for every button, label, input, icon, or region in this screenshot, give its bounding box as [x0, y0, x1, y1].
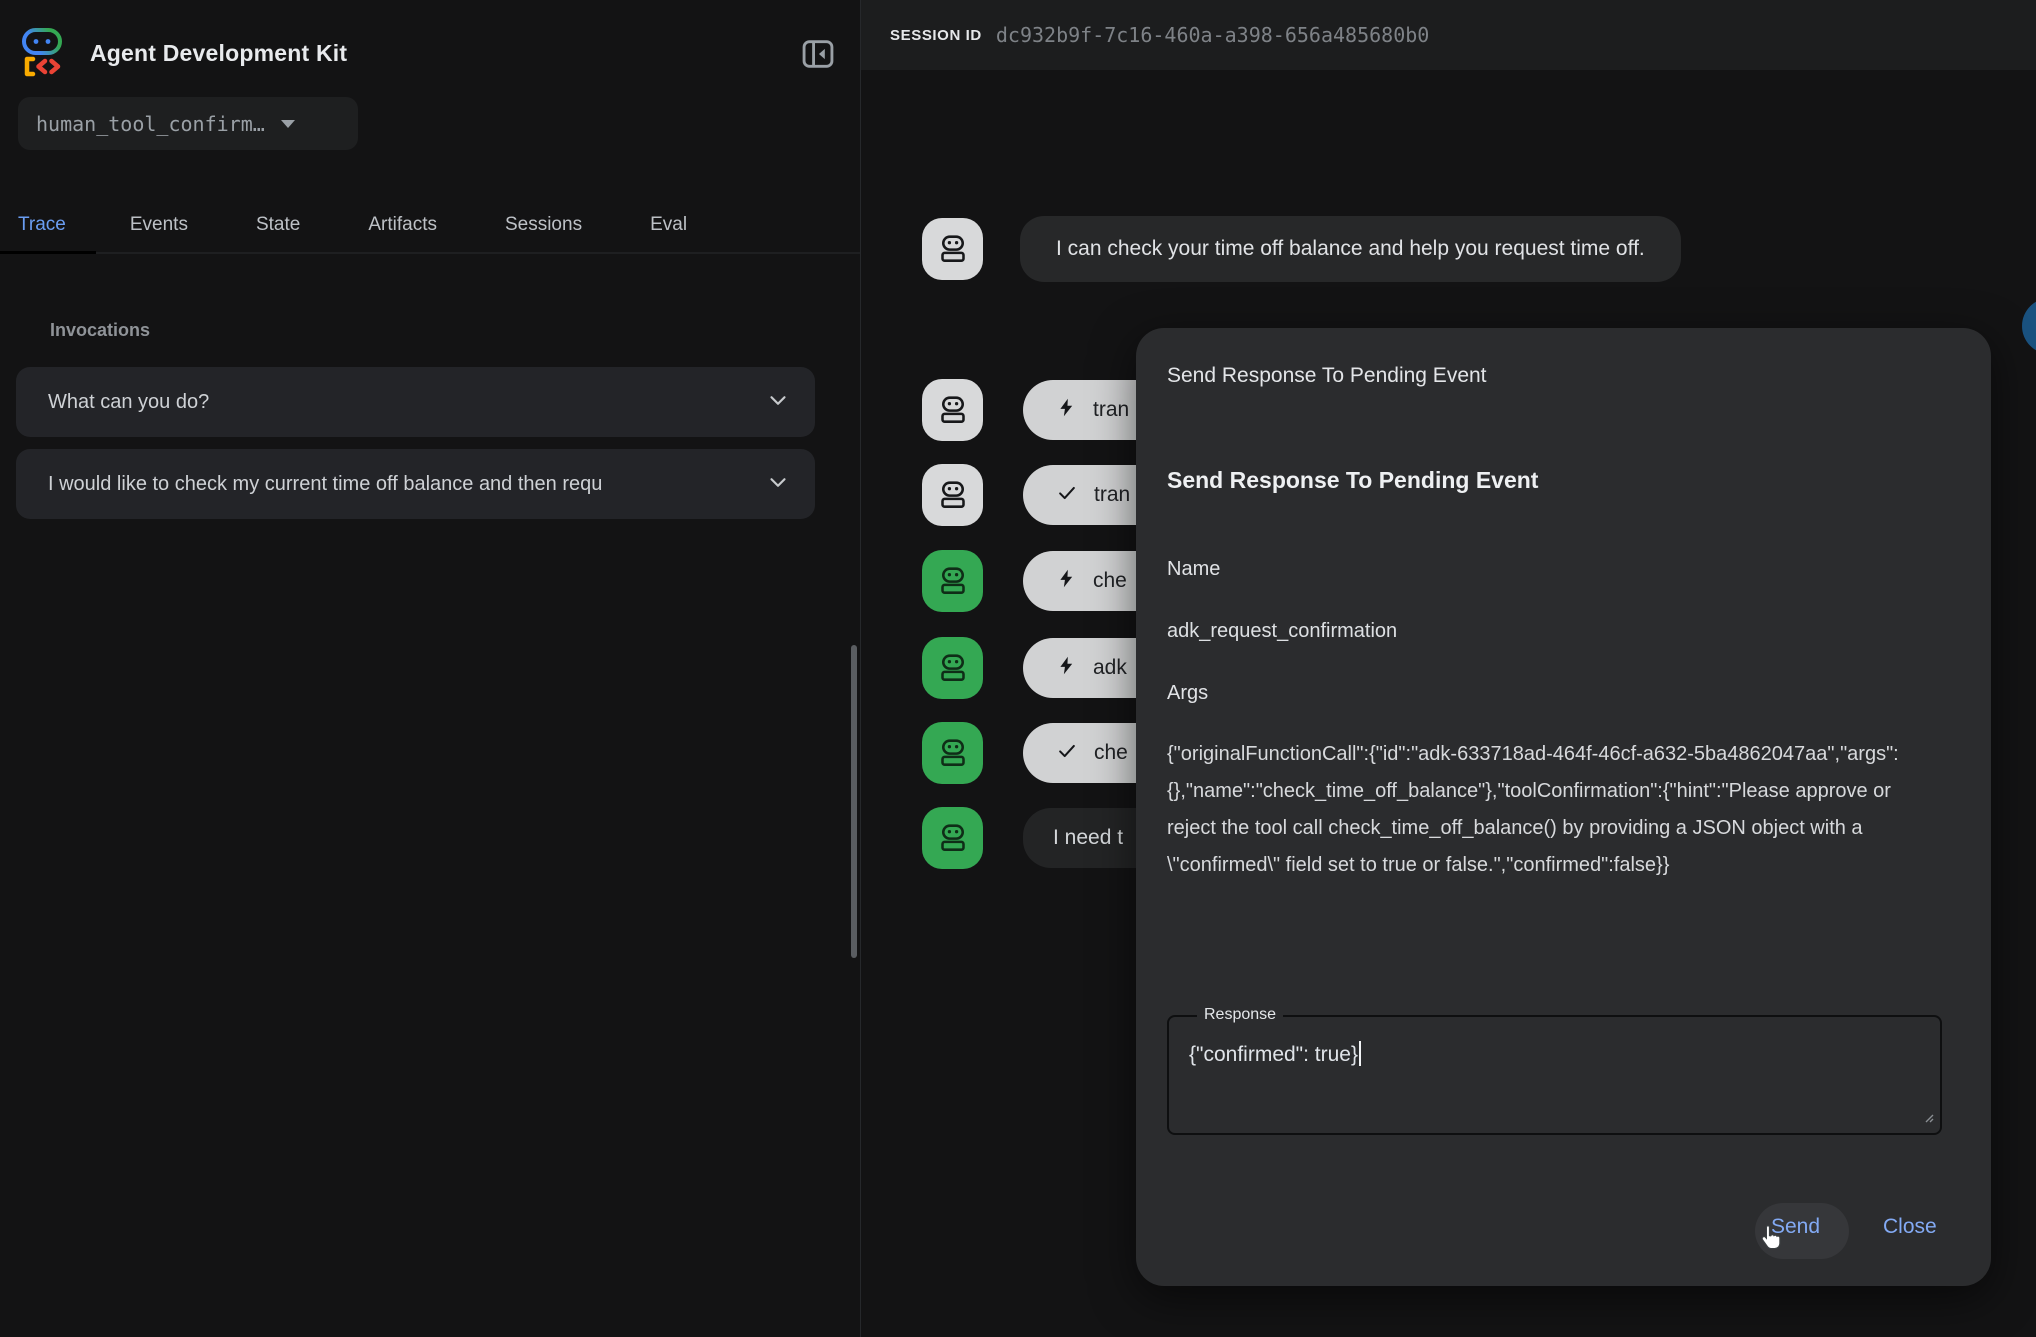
collapse-sidebar-button[interactable]: [798, 36, 838, 76]
session-bar: SESSION ID dc932b9f-7c16-460a-a398-656a4…: [861, 0, 2036, 70]
tab-artifacts[interactable]: Artifacts: [334, 197, 471, 252]
tab-state[interactable]: State: [222, 197, 334, 252]
response-field-label: Response: [1197, 1006, 1283, 1024]
text-caret: [1359, 1041, 1361, 1066]
robot-avatar-icon: [922, 464, 983, 526]
invocations-heading: Invocations: [50, 320, 150, 341]
resize-handle-icon[interactable]: [1922, 1110, 1934, 1128]
chevron-down-icon: [765, 469, 791, 500]
send-response-dialog: Send Response To Pending Event Send Resp…: [1136, 328, 1991, 1286]
tab-trace[interactable]: Trace: [0, 197, 96, 252]
sidebar-scrollbar-thumb[interactable]: [851, 645, 857, 958]
args-value: {"originalFunctionCall":{"id":"adk-63371…: [1167, 736, 1915, 884]
robot-avatar-icon: [922, 218, 983, 280]
invocation-item[interactable]: What can you do?: [16, 367, 815, 437]
session-id-value: dc932b9f-7c16-460a-a398-656a485680b0: [996, 23, 1429, 47]
check-icon: [1056, 482, 1078, 509]
app-header: Agent Development Kit: [20, 24, 347, 83]
response-textarea[interactable]: Response {"confirmed": true}: [1167, 1015, 1942, 1135]
bolt-icon: [1056, 655, 1077, 681]
invocation-label: I would like to check my current time of…: [48, 473, 753, 496]
dialog-heading: Send Response To Pending Event: [1167, 467, 1538, 494]
event-chip-label: che: [1093, 569, 1127, 593]
chevron-down-icon: [765, 387, 791, 418]
robot-avatar-icon: [922, 637, 983, 699]
close-button[interactable]: Close: [1877, 1211, 1943, 1243]
session-id-label: SESSION ID: [890, 27, 982, 44]
dropdown-arrow-icon: [281, 120, 295, 128]
chat-row: I can check your time off balance and he…: [922, 216, 1681, 282]
event-chip-label: che: [1094, 741, 1128, 765]
name-value: adk_request_confirmation: [1167, 620, 1397, 643]
robot-avatar-icon: [922, 379, 983, 441]
robot-avatar-icon: [922, 807, 983, 869]
invocation-label: What can you do?: [48, 391, 753, 414]
dialog-title: Send Response To Pending Event: [1167, 364, 1487, 388]
args-label: Args: [1167, 682, 1208, 705]
check-icon: [1056, 740, 1078, 767]
tab-events[interactable]: Events: [96, 197, 222, 252]
collapse-panel-icon: [799, 35, 837, 78]
sidebar: Agent Development Kit human_tool_confirm…: [0, 0, 861, 1337]
cursor-pointer-icon: [1758, 1224, 1786, 1261]
adk-logo-icon: [20, 24, 68, 83]
name-label: Name: [1167, 558, 1220, 581]
tab-eval[interactable]: Eval: [616, 197, 721, 252]
bolt-icon: [1056, 568, 1077, 594]
sidebar-tabs: Trace Events State Artifacts Sessions Ev…: [0, 197, 860, 254]
response-field-value: {"confirmed": true}: [1189, 1041, 1361, 1067]
adk-web-app: Agent Development Kit human_tool_confirm…: [0, 0, 2036, 1337]
tab-sessions[interactable]: Sessions: [471, 197, 616, 252]
agent-select-value: human_tool_confirm…: [36, 112, 265, 136]
scroll-fab-partial[interactable]: [2022, 298, 2036, 354]
invocation-item[interactable]: I would like to check my current time of…: [16, 449, 815, 519]
agent-message-bubble: I can check your time off balance and he…: [1020, 216, 1681, 282]
app-title: Agent Development Kit: [90, 40, 347, 67]
bolt-icon: [1056, 397, 1077, 423]
robot-avatar-icon: [922, 550, 983, 612]
robot-avatar-icon: [922, 722, 983, 784]
event-chip-label: adk: [1093, 656, 1127, 680]
event-chip-label: tran: [1093, 398, 1129, 422]
agent-select-dropdown[interactable]: human_tool_confirm…: [18, 97, 358, 150]
event-chip-label: tran: [1094, 483, 1130, 507]
